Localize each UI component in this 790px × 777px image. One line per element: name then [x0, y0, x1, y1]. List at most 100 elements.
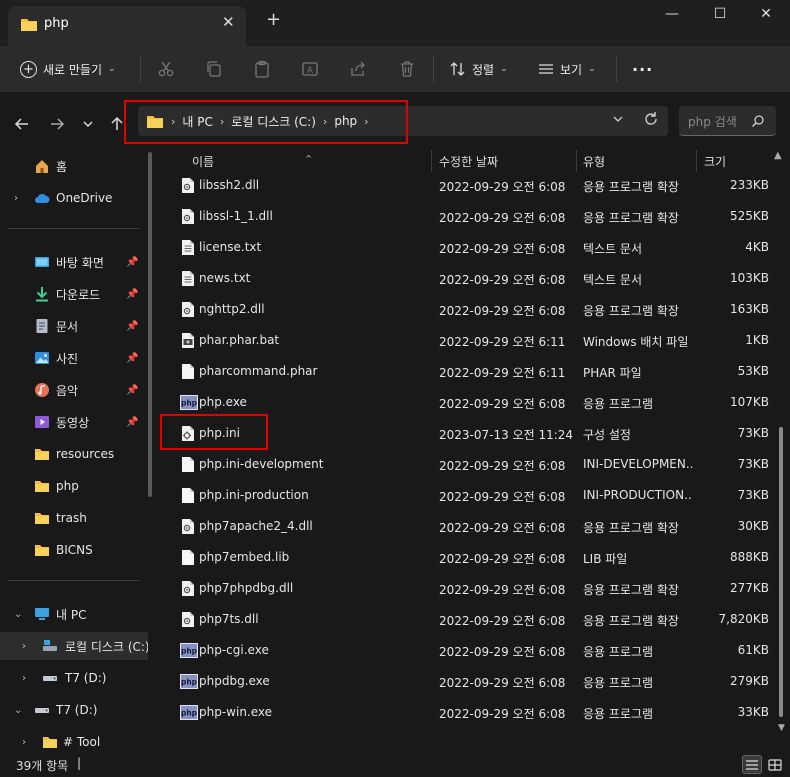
document-icon	[36, 319, 48, 333]
column-divider[interactable]	[431, 150, 432, 172]
rename-button[interactable]: A	[299, 58, 321, 80]
copy-button[interactable]	[203, 58, 225, 80]
sidebar-item-onedrive[interactable]: › OneDrive	[0, 184, 148, 212]
scroll-up-icon[interactable]: ▲	[774, 150, 782, 161]
sort-ascending-icon: ⌃	[304, 153, 314, 166]
file-name: php.exe	[199, 395, 247, 409]
table-row[interactable]: nghttp2.dll 2022-09-29 오전 6:08 응용 프로그램 확장 1…	[160, 294, 780, 325]
sidebar-scrollbar[interactable]	[148, 152, 152, 497]
back-button[interactable]	[10, 112, 34, 136]
sidebar-item-my-pc[interactable]: ⌄ 내 PC	[0, 600, 148, 628]
recent-locations-button[interactable]	[76, 112, 100, 136]
php-exe-icon: php	[180, 394, 198, 411]
search-input[interactable]: php 검색	[679, 106, 776, 136]
sidebar-item-pictures[interactable]: 사진 📌	[0, 344, 148, 372]
sidebar-item-t7-d[interactable]: ⌄ T7 (D:)	[0, 696, 148, 724]
minimize-button[interactable]: —	[652, 6, 692, 28]
column-divider[interactable]	[576, 150, 577, 172]
sidebar-item-t7-d-child[interactable]: › T7 (D:)	[0, 664, 148, 692]
sidebar-item-tool[interactable]: › # Tool	[0, 728, 148, 752]
table-row[interactable]: pharcommand.phar 2022-09-29 오전 6:11 PHAR 파…	[160, 356, 780, 387]
table-row[interactable]: php7apache2_4.dll 2022-09-29 오전 6:08 응용 프로…	[160, 511, 780, 542]
address-dropdown-icon[interactable]	[612, 113, 624, 125]
sidebar-item-local-disk-c[interactable]: › 로컬 디스크 (C:)	[0, 632, 148, 660]
dll-file-icon	[180, 580, 196, 597]
table-row[interactable]: php phpdbg.exe 2022-09-29 오전 6:08 응용 프로그램 27…	[160, 666, 780, 697]
chevron-down-icon[interactable]: ⌄	[14, 705, 22, 716]
sidebar-item-trash[interactable]: trash	[0, 504, 148, 532]
scroll-down-icon[interactable]: ▼	[778, 723, 785, 733]
file-type: 텍스트 문서	[583, 242, 643, 256]
table-row[interactable]: php php-win.exe 2022-09-29 오전 6:08 응용 프로그램 3…	[160, 697, 780, 728]
file-date: 2022-09-29 오전 6:08	[439, 242, 566, 256]
chevron-down-icon[interactable]: ⌄	[14, 609, 22, 620]
chevron-right-icon[interactable]: ›	[22, 673, 26, 684]
chevron-right-icon[interactable]: ›	[22, 641, 26, 652]
tiles-view-button[interactable]	[765, 755, 785, 774]
view-button[interactable]: 보기 ⌄	[538, 58, 596, 80]
file-type: 응용 프로그램 확장	[583, 521, 679, 535]
sidebar-item-label: 로컬 디스크 (C:)	[65, 639, 148, 654]
file-date: 2023-07-13 오전 11:24	[439, 428, 574, 442]
file-size: 73KB	[737, 457, 769, 471]
video-icon	[35, 416, 49, 428]
sidebar-item-desktop[interactable]: 바탕 화면 📌	[0, 248, 148, 276]
sidebar-item-music[interactable]: 음악 📌	[0, 376, 148, 404]
sort-button[interactable]: 정렬 ⌄	[450, 58, 508, 80]
table-row[interactable]: php7phpdbg.dll 2022-09-29 오전 6:08 응용 프로그램 …	[160, 573, 780, 604]
paste-button[interactable]	[251, 58, 273, 80]
sidebar-item-downloads[interactable]: 다운로드 📌	[0, 280, 148, 308]
file-size: 163KB	[729, 302, 769, 316]
table-row[interactable]: license.txt 2022-09-29 오전 6:08 텍스트 문서 4KB	[160, 232, 780, 263]
sidebar-item-home[interactable]: 홈	[0, 152, 148, 180]
chevron-down-icon: ⌄	[108, 64, 116, 74]
chevron-right-icon[interactable]: ›	[22, 737, 26, 748]
more-options-button[interactable]: ···	[632, 58, 653, 80]
folder-icon	[35, 545, 49, 556]
sidebar-item-bicns[interactable]: BICNS	[0, 536, 148, 564]
column-size[interactable]: 크기	[704, 153, 726, 170]
table-row[interactable]: php.ini-production 2022-09-29 오전 6:08 INI-…	[160, 480, 780, 511]
forward-button[interactable]	[45, 112, 69, 136]
new-tab-button[interactable]: +	[266, 11, 281, 29]
table-row[interactable]: php.ini-development 2022-09-29 오전 6:08 INI…	[160, 449, 780, 480]
divider	[433, 56, 434, 82]
sidebar-item-resources[interactable]: resources	[0, 440, 148, 468]
table-row[interactable]: php php-cgi.exe 2022-09-29 오전 6:08 응용 프로그램 6…	[160, 635, 780, 666]
delete-button[interactable]	[396, 58, 418, 80]
sidebar-item-videos[interactable]: 동영상 📌	[0, 408, 148, 436]
refresh-icon[interactable]	[642, 110, 660, 128]
file-size: 233KB	[729, 178, 769, 192]
file-name: php7apache2_4.dll	[199, 519, 313, 533]
tiles-view-icon	[768, 758, 782, 771]
new-button[interactable]: + 새로 만들기 ⌄	[12, 55, 124, 83]
share-button[interactable]	[347, 58, 369, 80]
svg-text:php: php	[181, 678, 198, 687]
close-window-button[interactable]: ✕	[746, 6, 786, 28]
table-row[interactable]: news.txt 2022-09-29 오전 6:08 텍스트 문서 103KB	[160, 263, 780, 294]
column-date[interactable]: 수정한 날짜	[439, 153, 498, 170]
table-row[interactable]: libssh2.dll 2022-09-29 오전 6:08 응용 프로그램 확장 2…	[160, 170, 780, 201]
chevron-right-icon[interactable]: ›	[14, 193, 18, 204]
divider	[8, 580, 140, 581]
table-row[interactable]: libssl-1_1.dll 2022-09-29 오전 6:08 응용 프로그램 …	[160, 201, 780, 232]
sidebar-item-documents[interactable]: 문서 📌	[0, 312, 148, 340]
file-date: 2022-09-29 오전 6:08	[439, 521, 566, 535]
sidebar-item-php[interactable]: php	[0, 472, 148, 500]
table-row[interactable]: php7ts.dll 2022-09-29 오전 6:08 응용 프로그램 확장 7,…	[160, 604, 780, 635]
tab-php[interactable]: php ✕	[8, 6, 246, 46]
column-name[interactable]: 이름	[192, 153, 214, 170]
file-list-scrollbar[interactable]	[779, 427, 783, 717]
cut-button[interactable]	[155, 58, 177, 80]
column-divider[interactable]	[696, 150, 697, 172]
table-row[interactable]: php7embed.lib 2022-09-29 오전 6:08 LIB 파일 888…	[160, 542, 780, 573]
text-file-icon	[180, 270, 196, 287]
details-view-button[interactable]	[742, 755, 762, 774]
pin-icon: 📌	[126, 416, 139, 428]
drive-icon	[43, 676, 57, 681]
column-type[interactable]: 유형	[583, 153, 605, 170]
file-date: 2022-09-29 오전 6:08	[439, 552, 566, 566]
maximize-button[interactable]: ☐	[700, 6, 740, 28]
table-row[interactable]: phar.phar.bat 2022-09-29 오전 6:11 Windows 배…	[160, 325, 780, 356]
tab-close-button[interactable]: ✕	[222, 13, 235, 31]
